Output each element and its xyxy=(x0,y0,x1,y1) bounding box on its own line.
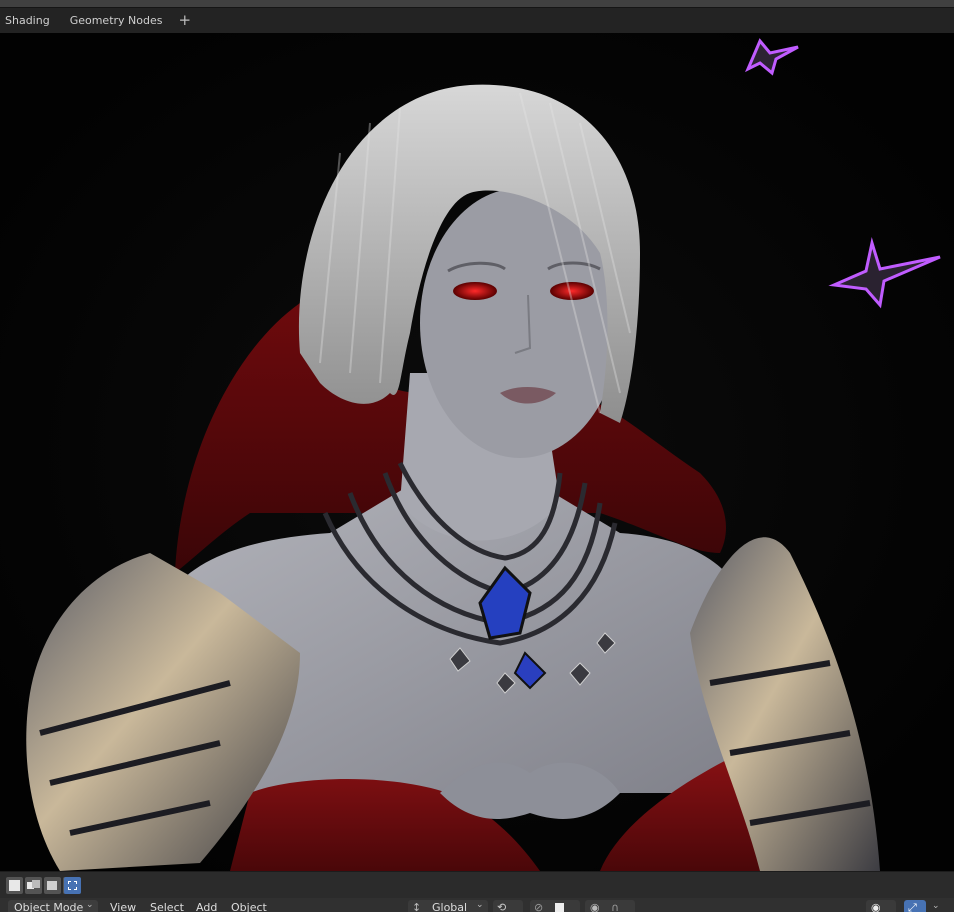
object-mode-dropdown[interactable]: Object Mode ⌄ xyxy=(8,900,98,912)
select-set-icon[interactable] xyxy=(6,877,23,894)
tab-shading[interactable]: Shading xyxy=(0,8,60,33)
viewport-header: Object Mode ⌄ View Select Add Object ↕ G… xyxy=(0,898,954,912)
tab-geometry-nodes[interactable]: Geometry Nodes xyxy=(60,8,173,33)
select-intersect-icon[interactable] xyxy=(64,877,81,894)
orientation-icon: ↕ xyxy=(412,901,422,912)
left-eye xyxy=(453,282,497,300)
gizmo-toggle[interactable]: ⤢ xyxy=(904,900,926,912)
window-top-strip xyxy=(0,0,954,7)
menu-object[interactable]: Object xyxy=(231,901,267,912)
falloff-icon: ∩ xyxy=(611,901,620,912)
chevron-down-icon: ⌄ xyxy=(86,900,94,910)
chevron-down-icon: ⌄ xyxy=(476,900,484,910)
chevron-down-icon[interactable]: ⌄ xyxy=(932,901,940,911)
menu-add[interactable]: Add xyxy=(196,901,217,912)
workspace-tabbar: Shading Geometry Nodes + xyxy=(0,8,954,33)
pivot-icon: ⟲ xyxy=(497,901,507,912)
pivot-point-dropdown[interactable]: ⟲ xyxy=(493,900,523,912)
snap-target-icon xyxy=(555,903,564,912)
visibility-dropdown[interactable]: ◉ xyxy=(866,900,896,912)
transform-orientation-dropdown[interactable]: ↕ Global ⌄ xyxy=(408,900,488,912)
3d-viewport[interactable] xyxy=(0,33,954,871)
proportional-editing[interactable]: ◉ ∩ xyxy=(585,900,635,912)
gizmo-icon: ⤢ xyxy=(908,901,917,912)
snapping-dropdown[interactable]: ⊘ xyxy=(530,900,580,912)
tool-settings-bar xyxy=(0,871,954,899)
menu-select[interactable]: Select xyxy=(150,901,184,912)
eye-icon: ◉ xyxy=(871,901,881,912)
object-mode-label: Object Mode xyxy=(14,901,84,912)
select-extend-icon[interactable] xyxy=(25,877,42,894)
add-workspace-button[interactable]: + xyxy=(172,8,197,33)
proportional-icon: ◉ xyxy=(590,901,600,912)
select-subtract-icon[interactable] xyxy=(44,877,61,894)
menu-view[interactable]: View xyxy=(110,901,136,912)
snap-icon: ⊘ xyxy=(534,901,544,912)
orientation-label: Global xyxy=(432,901,468,912)
viewport-render xyxy=(0,33,954,871)
